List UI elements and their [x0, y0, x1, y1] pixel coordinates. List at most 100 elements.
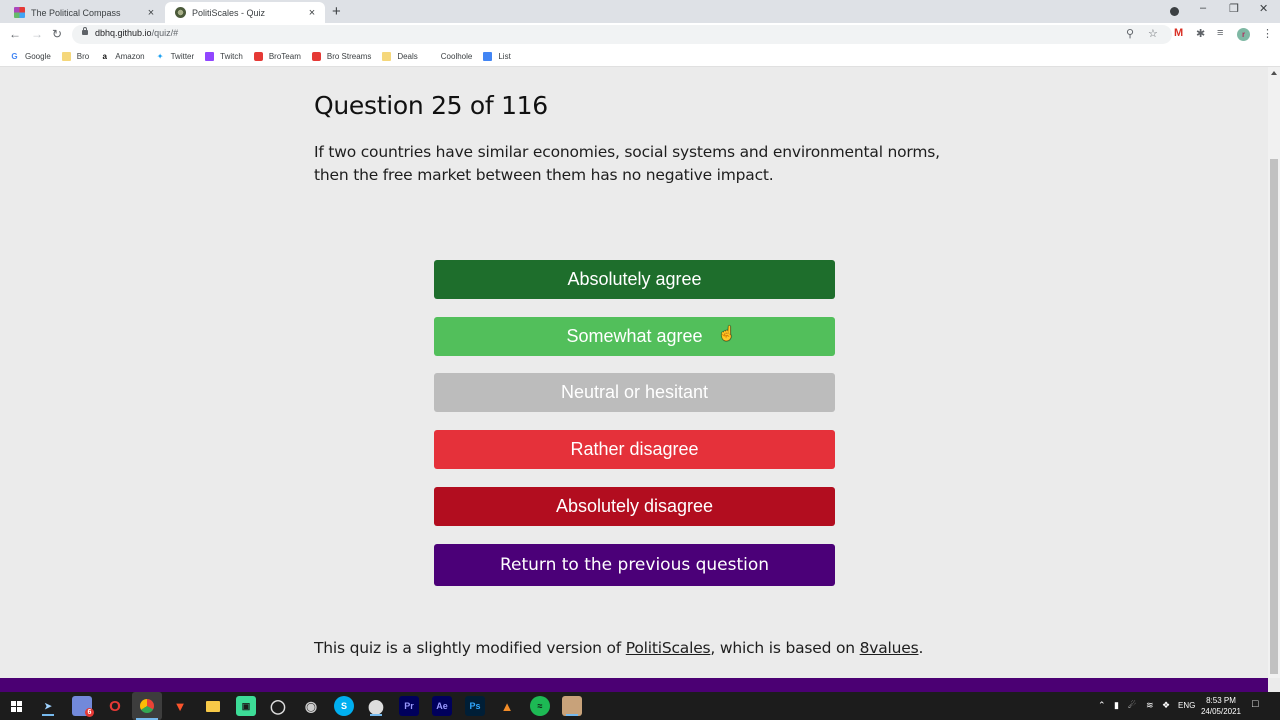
- opera-icon[interactable]: O: [105, 696, 125, 716]
- notification-badge: 6: [85, 708, 94, 717]
- back-arrow-icon[interactable]: ←: [9, 27, 21, 41]
- bookmark-deals[interactable]: Deals: [382, 51, 418, 61]
- wifi-icon[interactable]: ≋: [1146, 700, 1154, 711]
- bookmarks-bar: G Google Bro a Amazon ✦ Twitter Twitch BroT…: [0, 46, 1280, 67]
- browser-tab-strip: The Political Compass × PolitiScales - Q…: [0, 0, 1280, 23]
- bookmark-google[interactable]: G Google: [10, 51, 51, 61]
- bookmark-label: Google: [25, 51, 51, 61]
- volume-icon[interactable]: ☄: [1128, 700, 1136, 711]
- bookmark-broteam[interactable]: BroTeam: [253, 51, 301, 61]
- brave-icon[interactable]: ▼: [170, 696, 190, 716]
- bookmark-bro[interactable]: Bro: [61, 51, 89, 61]
- discord-icon[interactable]: 6: [72, 696, 94, 717]
- spotify-icon[interactable]: ≈: [530, 696, 550, 716]
- absolutely-agree-button[interactable]: Absolutely agree: [434, 260, 835, 299]
- attribution-suffix: .: [918, 639, 924, 657]
- media-record-icon[interactable]: [1170, 7, 1179, 16]
- bookmark-amazon[interactable]: a Amazon: [100, 51, 145, 61]
- media-playlist-icon[interactable]: ≡: [1217, 27, 1223, 39]
- language-indicator[interactable]: ENG: [1178, 701, 1195, 710]
- chrome-menu-icon[interactable]: ⋮: [1262, 27, 1273, 40]
- close-window-button[interactable]: ✕: [1259, 2, 1268, 15]
- tab-close-icon[interactable]: ×: [146, 7, 156, 19]
- twitch-icon: [205, 51, 215, 61]
- bookmark-label: Deals: [397, 51, 418, 61]
- after-effects-icon[interactable]: Ae: [432, 696, 452, 716]
- start-button[interactable]: [6, 696, 26, 716]
- lock-icon[interactable]: [82, 27, 88, 35]
- white-app-icon[interactable]: ⬤: [366, 696, 386, 716]
- twitter-icon: ✦: [156, 51, 164, 61]
- folder-icon: [61, 51, 71, 61]
- skype-icon[interactable]: S: [334, 696, 354, 716]
- steam-icon[interactable]: ➤: [38, 696, 58, 716]
- gmail-extension-icon[interactable]: M: [1174, 27, 1183, 39]
- clock-time: 8:53 PM: [1206, 696, 1236, 705]
- neutral-button[interactable]: Neutral or hesitant: [434, 373, 835, 412]
- url-text[interactable]: dbhq.github.io/quiz/#: [95, 28, 178, 38]
- grid-app-icon[interactable]: ◉: [301, 696, 321, 716]
- political-compass-favicon-icon: [14, 7, 25, 18]
- reload-icon[interactable]: ↻: [52, 27, 62, 41]
- tab-title: PolitiScales - Quiz: [192, 7, 266, 18]
- page-footer-band: [0, 678, 1268, 692]
- premiere-label: Pr: [404, 701, 414, 711]
- restore-button[interactable]: ❐: [1229, 2, 1239, 15]
- 8values-link[interactable]: 8values: [860, 639, 919, 657]
- bookmark-coolhole[interactable]: Coolhole: [441, 52, 473, 61]
- bookmark-label: Bro Streams: [326, 51, 372, 61]
- forward-arrow-icon[interactable]: →: [31, 27, 43, 41]
- bookmark-star-icon[interactable]: ☆: [1148, 27, 1158, 40]
- file-explorer-icon[interactable]: [203, 696, 223, 716]
- bookmark-twitter[interactable]: ✦ Twitter: [156, 51, 195, 61]
- avatar-app-icon[interactable]: [562, 696, 582, 716]
- tab-politiscales-quiz[interactable]: PolitiScales - Quiz ×: [165, 2, 325, 23]
- dropbox-icon[interactable]: ❖: [1162, 700, 1170, 711]
- politiscales-favicon-icon: [175, 7, 186, 18]
- scroll-up-arrow-icon[interactable]: [1271, 71, 1277, 75]
- bookmark-label: Twitch: [220, 51, 243, 61]
- tray-expand-icon[interactable]: ⌃: [1098, 700, 1106, 711]
- green-app-icon[interactable]: ▣: [236, 696, 256, 716]
- amazon-icon: a: [102, 51, 107, 61]
- notifications-icon[interactable]: □: [1252, 698, 1259, 710]
- system-clock[interactable]: 8:53 PM 24/05/2021: [1196, 695, 1246, 717]
- google-icon: G: [11, 51, 18, 61]
- profile-avatar[interactable]: r: [1237, 28, 1250, 41]
- tab-close-icon[interactable]: ×: [307, 7, 317, 19]
- previous-question-button[interactable]: Return to the previous question: [434, 544, 835, 586]
- extensions-puzzle-icon[interactable]: ✱: [1196, 27, 1205, 40]
- fl-studio-icon[interactable]: ▲: [497, 696, 517, 716]
- clock-date: 24/05/2021: [1200, 707, 1242, 716]
- zoom-icon[interactable]: ⚲: [1126, 27, 1134, 40]
- tab-political-compass[interactable]: The Political Compass ×: [4, 2, 164, 23]
- politiscales-link[interactable]: PolitiScales: [626, 639, 711, 657]
- bookmark-label: Coolhole: [440, 51, 473, 61]
- question-title: Question 25 of 116: [314, 91, 548, 120]
- tab-title: The Political Compass: [31, 7, 121, 18]
- bookmark-twitch[interactable]: Twitch: [205, 51, 243, 61]
- youtube-icon: [311, 51, 321, 61]
- windows-taskbar: ➤ 6 O ▼ ▣ ◯ ◉ S ⬤ Pr Ae Ps ▲ ≈ ⌃ ▮ ☄ ≋ ❖…: [0, 692, 1280, 720]
- photoshop-label: Ps: [469, 701, 481, 711]
- url-path: /quiz/#: [151, 28, 179, 38]
- bookmark-label: Amazon: [115, 51, 145, 61]
- address-bar[interactable]: [72, 25, 1172, 44]
- question-text: If two countries have similar economies,…: [314, 143, 940, 184]
- scrollbar-thumb[interactable]: [1270, 159, 1278, 674]
- somewhat-agree-button[interactable]: Somewhat agree: [434, 317, 835, 356]
- photoshop-icon[interactable]: Ps: [465, 696, 485, 716]
- bookmark-bro-streams[interactable]: Bro Streams: [311, 51, 372, 61]
- minimize-button[interactable]: –: [1200, 2, 1206, 14]
- bookmark-label: Twitter: [170, 51, 195, 61]
- vertical-scrollbar[interactable]: [1268, 67, 1280, 678]
- premiere-pro-icon[interactable]: Pr: [399, 696, 419, 716]
- microphone-icon[interactable]: ▮: [1114, 700, 1119, 711]
- absolutely-disagree-button[interactable]: Absolutely disagree: [434, 487, 835, 526]
- bookmark-list[interactable]: List: [483, 51, 511, 61]
- new-tab-button[interactable]: +: [332, 3, 341, 20]
- obs-icon[interactable]: ◯: [268, 696, 288, 716]
- chrome-taskbar-icon[interactable]: [132, 692, 162, 720]
- rather-disagree-button[interactable]: Rather disagree: [434, 430, 835, 469]
- bookmark-label: List: [498, 51, 511, 61]
